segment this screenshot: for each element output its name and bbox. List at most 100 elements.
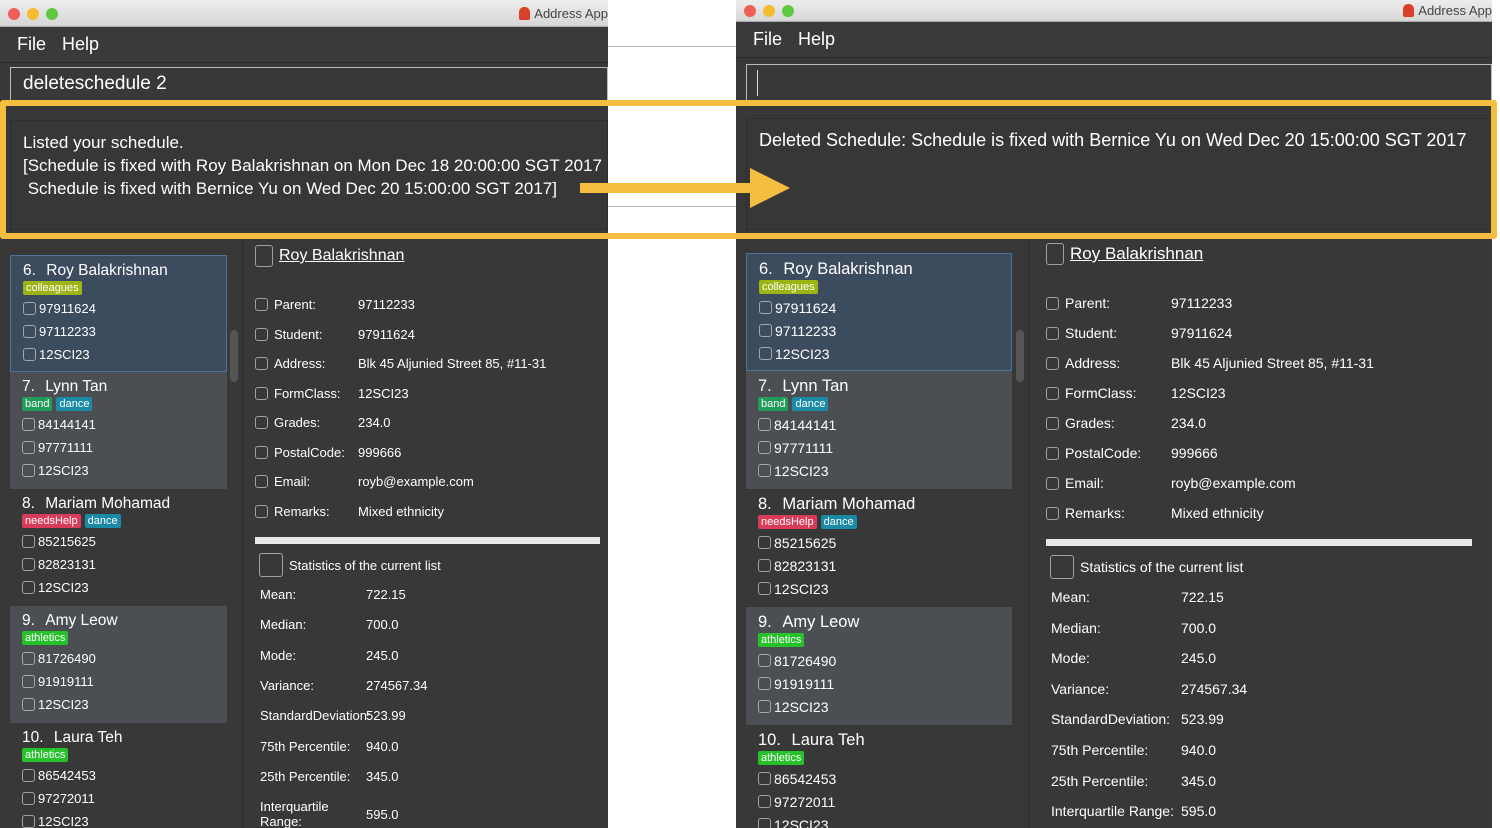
menu-bar: File Help	[0, 27, 608, 63]
person-parent-value: 82823131	[774, 557, 837, 574]
person-name-text: Lynn Tan	[45, 378, 108, 395]
menu-help[interactable]: Help	[798, 29, 835, 50]
person-name: 10. Laura Teh	[758, 731, 1000, 750]
person-formclass-value: 12SCI23	[38, 697, 89, 712]
separator-bar	[1046, 539, 1472, 546]
list-scrollbar[interactable]	[230, 330, 238, 382]
person-index: 10.	[758, 731, 781, 749]
minimize-button[interactable]	[763, 5, 775, 17]
class-icon	[758, 700, 771, 713]
parent-icon	[22, 558, 35, 571]
detail-label: PostalCode:	[1046, 445, 1171, 461]
person-formclass-value: 12SCI23	[38, 463, 89, 478]
person-card[interactable]: 6. Roy Balakrishnan colleagues 97911624 971…	[10, 255, 227, 372]
student-icon	[255, 327, 268, 341]
detail-value: 12SCI23	[358, 385, 409, 401]
detail-row: Email: royb@example.com	[1046, 475, 1472, 491]
person-parent-value: 97112233	[775, 322, 837, 339]
person-details: Roy Balakrishnan Parent: 97112233 Student: 9…	[1046, 243, 1472, 828]
person-formclass-value: 12SCI23	[38, 814, 89, 828]
person-student-value: 81726490	[774, 652, 837, 669]
home-icon	[1046, 356, 1059, 370]
menu-file[interactable]: File	[17, 34, 46, 55]
person-student-value: 84144141	[774, 416, 837, 433]
person-name-text: Lynn Tan	[782, 377, 849, 395]
person-card[interactable]: 8. Mariam Mohamad needsHelp dance 85215625 8…	[746, 489, 1012, 607]
person-formclass: 12SCI23	[758, 813, 1000, 828]
person-card[interactable]: 9. Amy Leow athletics 81726490 91919111 12SC…	[10, 606, 227, 723]
person-card[interactable]: 10. Laura Teh athletics 86542453 97272011 12…	[746, 725, 1012, 828]
statistics-value: 595.0	[1181, 803, 1217, 820]
person-formclass: 12SCI23	[758, 695, 1000, 718]
person-student: 97911624	[23, 297, 214, 320]
divider	[242, 240, 243, 828]
detail-label: Student:	[255, 327, 358, 342]
person-index: 9.	[22, 612, 35, 629]
detail-value: 234.0	[1171, 415, 1207, 431]
maximize-button[interactable]	[46, 7, 58, 20]
details-header: Roy Balakrishnan	[255, 245, 404, 267]
person-card[interactable]: 6. Roy Balakrishnan colleagues 97911624 971…	[746, 253, 1012, 371]
detail-row: Student: 97911624	[1046, 325, 1472, 341]
person-name: 9. Amy Leow	[22, 612, 215, 630]
statistics-label: 75th Percentile:	[260, 738, 351, 754]
statistics-label: Variance:	[1051, 680, 1110, 697]
person-student-value: 97911624	[775, 299, 837, 316]
person-parent-value: 97112233	[39, 324, 96, 339]
person-formclass-value: 12SCI23	[774, 580, 829, 597]
tag-dance: dance	[84, 514, 121, 528]
person-name: 6. Roy Balakrishnan	[23, 262, 214, 280]
tag-dance: dance	[56, 397, 93, 411]
list-scrollbar[interactable]	[1016, 330, 1024, 382]
home-icon	[255, 357, 268, 370]
detail-value: Blk 45 Aljunied Street 85, #11-31	[358, 356, 547, 371]
person-formclass: 12SCI23	[22, 576, 215, 599]
person-formclass: 12SCI23	[758, 577, 1000, 600]
statistics-row: Mode: 245.0	[260, 648, 399, 663]
person-card[interactable]: 7. Lynn Tan band dance 84144141 97771111 12SC…	[10, 372, 227, 489]
details-name: Roy Balakrishnan	[1070, 244, 1204, 263]
person-formclass-value: 12SCI23	[774, 816, 829, 828]
student-icon	[758, 536, 771, 549]
person-formclass: 12SCI23	[758, 459, 1000, 482]
detail-label: Grades:	[255, 415, 358, 430]
minimize-button[interactable]	[27, 7, 39, 20]
person-parent-value: 91919111	[774, 675, 835, 692]
statistics-value: 345.0	[1181, 772, 1217, 789]
person-list: 6. Roy Balakrishnan colleagues 97911624 971…	[10, 255, 227, 828]
person-parent-value: 97771111	[774, 439, 834, 456]
maximize-button[interactable]	[782, 5, 794, 17]
statistics-value: 595.0	[366, 806, 399, 822]
person-card[interactable]: 7. Lynn Tan band dance 84144141 97771111 12SC…	[746, 371, 1012, 489]
statistics-value: 245.0	[366, 647, 399, 663]
detail-label-text: Parent:	[1065, 295, 1111, 311]
command-input[interactable]	[746, 64, 1492, 102]
pencil-icon	[255, 504, 268, 518]
close-button[interactable]	[8, 7, 20, 20]
person-card[interactable]: 8. Mariam Mohamad needsHelp dance 85215625 8…	[10, 489, 227, 606]
detail-value: 97112233	[358, 297, 415, 312]
detail-label: PostalCode:	[255, 445, 358, 460]
parent-icon	[22, 792, 35, 805]
detail-row: Grades: 234.0	[1046, 415, 1472, 431]
tag-list: colleagues	[23, 281, 214, 295]
person-formclass: 12SCI23	[22, 693, 215, 716]
statistics-value: 940.0	[366, 738, 399, 754]
command-input[interactable]: deleteschedule 2	[10, 67, 608, 101]
statistics-row: Mean: 722.15	[260, 587, 406, 602]
statistics-header: Statistics of the current list	[1050, 555, 1243, 579]
person-card[interactable]: 10. Laura Teh athletics 86542453 97272011 12…	[10, 723, 227, 828]
close-button[interactable]	[744, 5, 756, 17]
detail-label-text: Remarks:	[1065, 505, 1125, 521]
parent-icon	[758, 795, 771, 808]
detail-value: 97112233	[1171, 295, 1233, 311]
class-icon	[22, 815, 35, 828]
statistics-value: 700.0	[366, 617, 399, 633]
parent-icon	[23, 325, 36, 338]
menu-file[interactable]: File	[753, 29, 782, 50]
detail-label: Student:	[1046, 325, 1171, 341]
menu-help[interactable]: Help	[62, 34, 99, 55]
person-list: 6. Roy Balakrishnan colleagues 97911624 971…	[746, 253, 1012, 828]
person-student-value: 86542453	[38, 768, 96, 783]
person-card[interactable]: 9. Amy Leow athletics 81726490 91919111 12SC…	[746, 607, 1012, 725]
